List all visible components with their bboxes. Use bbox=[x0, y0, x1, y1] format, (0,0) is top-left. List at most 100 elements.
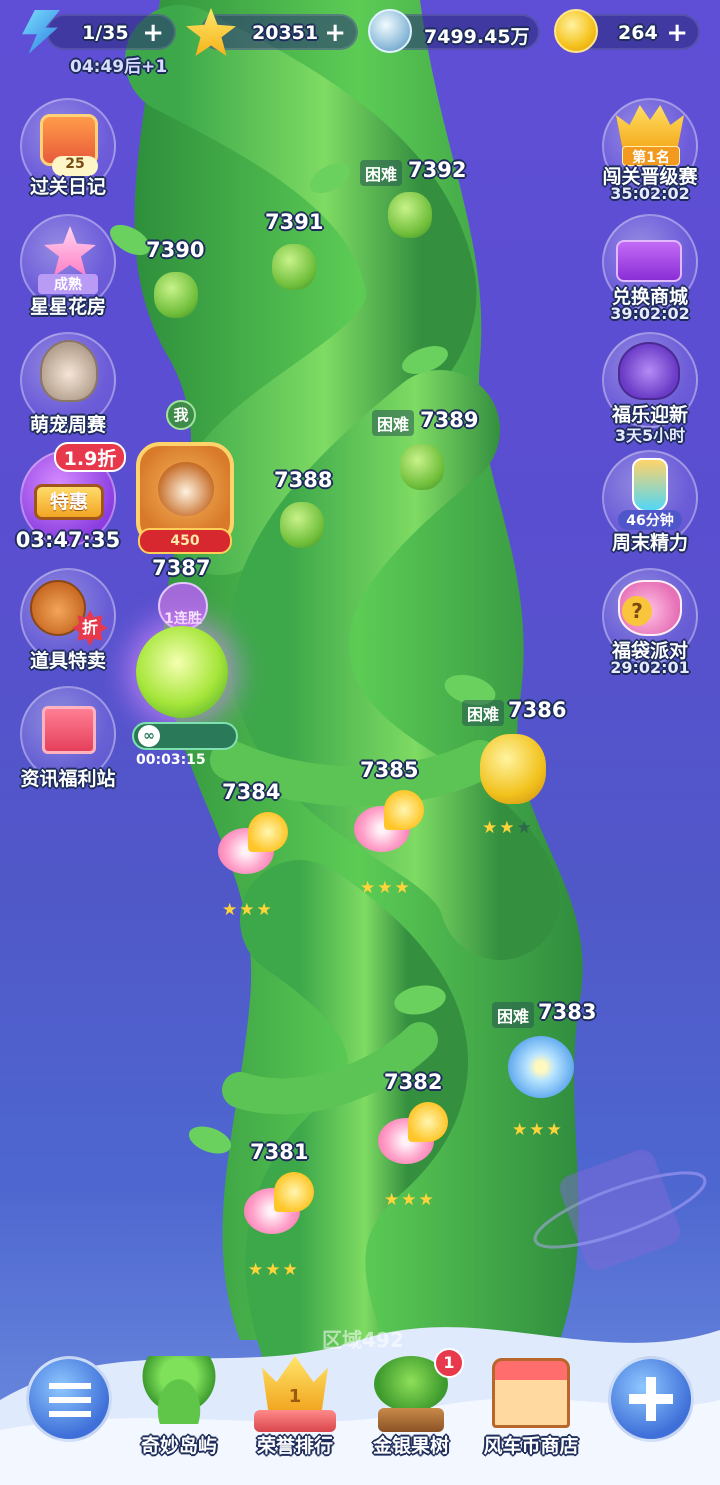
star-flower-house-label: 星星花房 bbox=[29, 296, 106, 318]
level-number-7391: 7391 bbox=[265, 210, 324, 234]
stars-7384: ★★★ bbox=[222, 900, 274, 920]
level-node-7390[interactable] bbox=[154, 272, 198, 318]
difficulty-tag-7392: 困难 bbox=[360, 160, 403, 186]
podium-icon bbox=[254, 1410, 336, 1432]
level-number-7389: 7389 bbox=[420, 408, 479, 432]
question-mark-icon: ? bbox=[622, 596, 652, 626]
news-welfare-label: 资讯福利站 bbox=[20, 768, 116, 790]
level-number-7386: 7386 bbox=[508, 698, 567, 722]
win-streak-label: 1连胜 bbox=[164, 611, 202, 627]
win-streak-badge: 1连胜 bbox=[158, 582, 208, 630]
energy-timer: 04:49后+1 bbox=[70, 57, 168, 77]
pet-weekly-contest-button[interactable]: 萌宠周赛 bbox=[18, 330, 122, 436]
star-icon: ★ bbox=[222, 900, 240, 920]
owl-icon bbox=[618, 342, 680, 400]
special-offer-button[interactable]: 1.9折 特惠 03:47:35 bbox=[16, 442, 126, 552]
nav-gold-silver-tree[interactable]: 1 金银果树 bbox=[356, 1348, 466, 1462]
boost-timer-pill: ∞ 00:03:15 bbox=[132, 722, 238, 768]
level-node-7386[interactable] bbox=[480, 734, 546, 804]
energy-value: 1/35 bbox=[82, 22, 129, 44]
discount-badge: 1.9折 bbox=[54, 442, 126, 472]
bottle-icon bbox=[632, 458, 668, 512]
pet-weekly-contest-label: 萌宠周赛 bbox=[29, 414, 106, 436]
star-icon: ★ bbox=[418, 1190, 436, 1210]
nav-wonder-island[interactable]: 奇妙岛屿 bbox=[124, 1352, 234, 1462]
yellow-petal-icon bbox=[408, 1102, 448, 1142]
yellow-petal-icon bbox=[384, 790, 424, 830]
coins-value: 264 bbox=[618, 22, 658, 44]
weekend-energy-button[interactable]: 46分钟 周末精力 bbox=[600, 448, 704, 554]
level-diary-button[interactable]: 25 过关日记 bbox=[18, 96, 122, 200]
infinity-icon: ∞ bbox=[138, 725, 160, 747]
energy-bar[interactable]: 1/35 + bbox=[46, 14, 176, 50]
difficulty-tag-7383: 困难 bbox=[492, 1002, 535, 1028]
level-node-7384[interactable] bbox=[218, 812, 290, 878]
star-icon: ★ bbox=[248, 1260, 266, 1280]
palm-island-icon bbox=[142, 1356, 216, 1424]
cat-icon bbox=[40, 340, 98, 402]
area-label: 区域492 bbox=[322, 1328, 404, 1352]
star-icon: ★ bbox=[529, 1120, 547, 1140]
stars-7381: ★★★ bbox=[248, 1260, 300, 1280]
boost-timer: 00:03:15 bbox=[136, 752, 206, 768]
level-node-7383[interactable] bbox=[508, 1036, 574, 1098]
star-icon: ★ bbox=[499, 818, 517, 838]
exchange-store-timer: 39:02:02 bbox=[610, 304, 690, 323]
stars-7383: ★★★ bbox=[512, 1120, 564, 1140]
raccoon-face-icon bbox=[158, 462, 214, 516]
star-icon: ★ bbox=[394, 878, 412, 898]
nav-windmill-shop-label: 风车币商店 bbox=[483, 1435, 579, 1457]
star-empty-icon: ★ bbox=[516, 818, 534, 838]
nav-gold-silver-tree-label: 金银果树 bbox=[372, 1435, 449, 1457]
level-number-7390: 7390 bbox=[146, 238, 205, 262]
add-stars-button[interactable]: + bbox=[324, 18, 346, 48]
stars-7385: ★★★ bbox=[360, 878, 412, 898]
difficulty-tag-7386: 困难 bbox=[462, 700, 505, 726]
star-icon: ★ bbox=[384, 1190, 402, 1210]
silver-coin-icon bbox=[368, 9, 412, 53]
special-offer-timer: 03:47:35 bbox=[15, 528, 121, 552]
lucky-bag-party-timer: 29:02:01 bbox=[610, 658, 690, 677]
nav-windmill-shop[interactable]: 风车币商店 bbox=[476, 1352, 586, 1462]
player-score-banner: 450 bbox=[138, 528, 232, 554]
level-node-7381[interactable] bbox=[244, 1172, 316, 1238]
level-number-7388: 7388 bbox=[274, 468, 333, 492]
exchange-store-button[interactable]: 兑换商城 39:02:02 bbox=[600, 212, 704, 323]
plus-icon bbox=[629, 1377, 673, 1421]
news-welfare-button[interactable]: 资讯福利站 bbox=[18, 684, 122, 790]
level-number-7383: 7383 bbox=[538, 1000, 597, 1024]
weekend-energy-label: 周末精力 bbox=[611, 532, 688, 554]
special-offer-icon: 特惠 bbox=[34, 484, 104, 520]
new-year-event-button[interactable]: 福乐迎新 3天5小时 bbox=[600, 330, 704, 445]
star-icon: ★ bbox=[401, 1190, 419, 1210]
stars-7386: ★★★ bbox=[482, 818, 534, 838]
lucky-bag-party-button[interactable]: ? 福袋派对 29:02:01 bbox=[600, 566, 704, 677]
mature-badge: 成熟 bbox=[38, 274, 98, 294]
tree-pot-icon bbox=[378, 1408, 444, 1432]
difficulty-tag-7389: 困难 bbox=[372, 410, 415, 436]
star-icon: ★ bbox=[377, 878, 395, 898]
add-button[interactable] bbox=[608, 1356, 694, 1442]
level-node-7385[interactable] bbox=[354, 790, 426, 856]
me-label: 我 bbox=[173, 406, 189, 424]
level-node-7382[interactable] bbox=[378, 1102, 450, 1168]
star-icon: ★ bbox=[239, 900, 257, 920]
star-icon: ★ bbox=[546, 1120, 564, 1140]
level-node-7389[interactable] bbox=[400, 444, 444, 490]
level-number-7384: 7384 bbox=[222, 780, 281, 804]
add-energy-button[interactable]: + bbox=[142, 18, 164, 48]
level-tournament-button[interactable]: 第1名 闯关晋级赛 35:02:02 bbox=[600, 96, 704, 203]
level-node-7392[interactable] bbox=[388, 192, 432, 238]
silver-value: 7499.45万 bbox=[424, 26, 530, 48]
item-sale-button[interactable]: 折 道具特卖 bbox=[18, 566, 122, 672]
level-node-7391[interactable] bbox=[272, 244, 316, 290]
level-node-7387[interactable] bbox=[136, 626, 228, 718]
menu-button[interactable] bbox=[26, 1356, 112, 1442]
add-coins-button[interactable]: + bbox=[666, 18, 688, 48]
item-sale-label: 道具特卖 bbox=[29, 650, 106, 672]
star-flower-house-button[interactable]: 成熟 星星花房 bbox=[18, 212, 122, 318]
energy-timer-badge: 46分钟 bbox=[618, 510, 682, 530]
level-node-7388[interactable] bbox=[280, 502, 324, 548]
nav-honor-ranking[interactable]: 1 荣誉排行 bbox=[240, 1352, 350, 1462]
star-icon: ★ bbox=[282, 1260, 300, 1280]
